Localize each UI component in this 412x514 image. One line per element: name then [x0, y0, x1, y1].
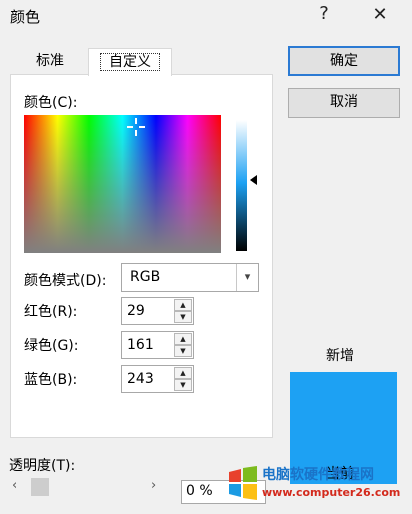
color-label: 颜色(C):	[24, 95, 78, 111]
blue-stepper[interactable]: 243 ▲ ▼	[121, 365, 194, 393]
blue-spin-buttons: ▲ ▼	[174, 367, 192, 391]
chevron-down-icon[interactable]: ▾	[236, 264, 258, 291]
green-stepper[interactable]: 161 ▲ ▼	[121, 331, 194, 359]
dialog-title: 颜色	[10, 8, 41, 26]
red-spin-buttons: ▲ ▼	[174, 299, 192, 323]
color-model-value: RGB	[130, 269, 161, 285]
transparency-label: 透明度(T):	[9, 458, 76, 474]
spin-up-icon[interactable]: ▲	[174, 333, 192, 345]
cancel-button[interactable]: 取消	[288, 88, 400, 118]
watermark: 电脑软硬件教程网 www.computer26.com	[228, 460, 412, 514]
ok-button[interactable]: 确定	[288, 46, 400, 76]
color-spectrum[interactable]	[24, 115, 221, 253]
watermark-url: www.computer26.com	[262, 486, 401, 499]
color-model-select[interactable]: RGB ▾	[121, 263, 259, 292]
blue-label: 蓝色(B):	[24, 372, 78, 388]
luminance-slider[interactable]	[236, 120, 247, 251]
red-stepper[interactable]: 29 ▲ ▼	[121, 297, 194, 325]
close-button[interactable]: ✕	[365, 4, 395, 30]
help-button[interactable]: ?	[309, 3, 339, 29]
spin-down-icon[interactable]: ▼	[174, 345, 192, 357]
crosshair-icon[interactable]	[127, 118, 145, 136]
transparency-value[interactable]: 0 %	[186, 483, 213, 499]
new-color-label: 新增	[326, 348, 354, 364]
green-value[interactable]: 161	[127, 337, 154, 353]
spin-down-icon[interactable]: ▼	[174, 379, 192, 391]
green-label: 绿色(G):	[24, 338, 79, 354]
windows-logo-icon	[229, 466, 257, 500]
luminance-pointer-icon[interactable]	[250, 175, 257, 185]
color-model-label: 颜色模式(D):	[24, 273, 107, 289]
tab-custom[interactable]: 自定义	[88, 48, 172, 76]
red-value[interactable]: 29	[127, 303, 145, 319]
chevron-left-icon[interactable]: ‹	[12, 478, 17, 493]
tab-standard[interactable]: 标准	[12, 48, 88, 75]
watermark-title: 电脑软硬件教程网	[262, 467, 374, 483]
blue-value[interactable]: 243	[127, 371, 154, 387]
tab-custom-label: 自定义	[100, 53, 160, 71]
spin-up-icon[interactable]: ▲	[174, 367, 192, 379]
red-label: 红色(R):	[24, 304, 78, 320]
transparency-slider-thumb[interactable]	[31, 478, 49, 496]
chevron-right-icon[interactable]: ›	[151, 478, 156, 493]
green-spin-buttons: ▲ ▼	[174, 333, 192, 357]
spin-up-icon[interactable]: ▲	[174, 299, 192, 311]
spin-down-icon[interactable]: ▼	[174, 311, 192, 323]
